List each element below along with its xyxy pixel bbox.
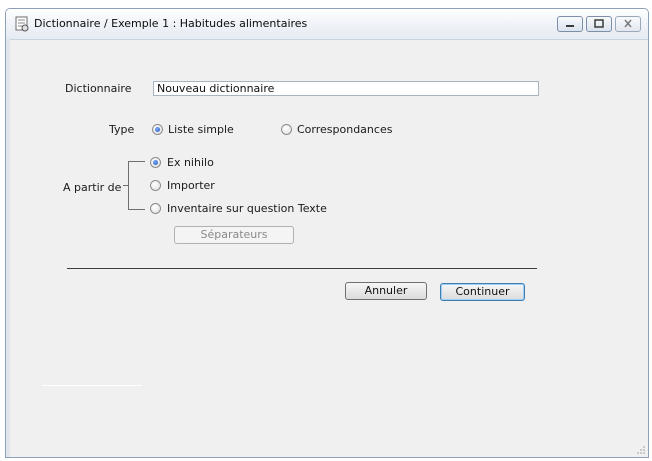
continue-button[interactable]: Continuer	[440, 283, 525, 301]
window-title: Dictionnaire / Exemple 1 : Habitudes ali…	[34, 17, 308, 30]
close-button[interactable]	[615, 16, 641, 32]
maximize-button[interactable]	[586, 16, 612, 32]
window-left-edge	[6, 39, 10, 457]
maximize-icon	[594, 19, 604, 28]
source-bracket-stub	[123, 185, 129, 186]
app-icon	[14, 16, 30, 32]
dictionary-name-input[interactable]	[153, 81, 539, 96]
separators-button[interactable]: Séparateurs	[174, 226, 294, 244]
radio-inventaire-label[interactable]: Inventaire sur question Texte	[167, 202, 327, 215]
decorative-line	[42, 385, 142, 386]
divider	[67, 268, 537, 269]
radio-liste-simple[interactable]	[152, 124, 163, 135]
radio-liste-simple-label[interactable]: Liste simple	[168, 123, 234, 136]
minimize-icon	[566, 25, 574, 27]
close-icon	[624, 19, 632, 28]
resize-grip-icon[interactable]	[636, 445, 646, 455]
minimize-button[interactable]	[557, 16, 583, 32]
radio-ex-nihilo[interactable]	[150, 157, 161, 168]
source-label: A partir de	[63, 181, 122, 194]
title-bar[interactable]: Dictionnaire / Exemple 1 : Habitudes ali…	[6, 9, 648, 40]
type-label: Type	[109, 123, 135, 136]
radio-correspondances[interactable]	[281, 124, 292, 135]
radio-inventaire[interactable]	[150, 203, 161, 214]
source-bracket	[128, 161, 145, 210]
radio-ex-nihilo-label[interactable]: Ex nihilo	[167, 156, 214, 169]
dialog-window: Dictionnaire / Exemple 1 : Habitudes ali…	[5, 8, 649, 458]
radio-importer-label[interactable]: Importer	[167, 179, 215, 192]
radio-importer[interactable]	[150, 180, 161, 191]
dictionary-label: Dictionnaire	[65, 82, 132, 95]
radio-correspondances-label[interactable]: Correspondances	[297, 123, 392, 136]
cancel-button[interactable]: Annuler	[345, 282, 427, 300]
